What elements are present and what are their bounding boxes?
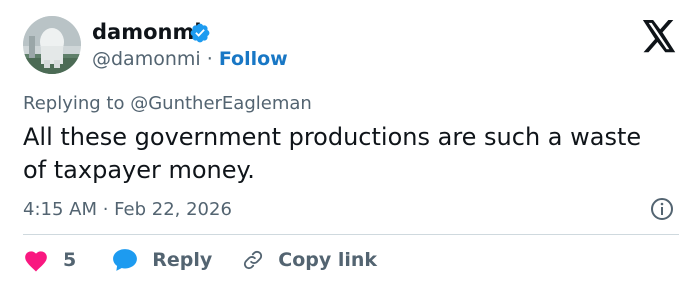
divider bbox=[23, 234, 679, 235]
link-icon bbox=[244, 250, 263, 270]
tweet-text: All these government productions are suc… bbox=[23, 123, 642, 184]
reply-label: Reply bbox=[152, 249, 213, 271]
like-count: 5 bbox=[63, 249, 77, 271]
handle-row: @damonmi · Follow bbox=[92, 46, 288, 72]
reply-handle-link[interactable]: @GuntherEagleman bbox=[130, 93, 312, 114]
avatar[interactable] bbox=[23, 16, 81, 74]
x-logo-icon[interactable] bbox=[641, 20, 677, 53]
heart-icon bbox=[25, 251, 47, 272]
like-button[interactable]: 5 bbox=[23, 247, 76, 273]
separator: · bbox=[206, 48, 213, 70]
avatar-photo bbox=[23, 16, 81, 74]
follow-button[interactable]: Follow bbox=[219, 48, 288, 70]
display-name[interactable]: damonmi bbox=[92, 18, 202, 46]
tweet-timestamp[interactable]: 4:15 AM · Feb 22, 2026 bbox=[23, 197, 232, 223]
copy-link-label: Copy link bbox=[278, 249, 378, 271]
copy-link-button[interactable]: Copy link bbox=[242, 247, 377, 273]
reply-prefix: Replying to bbox=[23, 93, 125, 114]
action-bar: 5 Reply Copy link bbox=[23, 245, 377, 275]
info-icon[interactable] bbox=[650, 197, 674, 221]
reply-button[interactable]: Reply bbox=[112, 247, 212, 273]
speech-bubble-icon bbox=[113, 249, 138, 271]
reply-context: Replying to @GuntherEagleman bbox=[23, 91, 312, 117]
author-handle[interactable]: @damonmi bbox=[92, 48, 201, 70]
verified-badge-icon bbox=[190, 23, 210, 43]
